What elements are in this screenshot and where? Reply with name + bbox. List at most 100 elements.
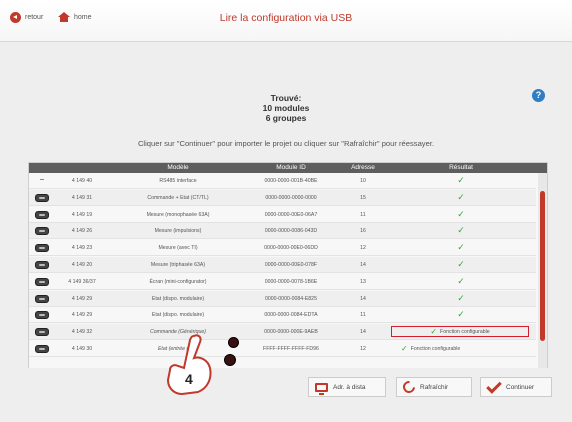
top-bar: retour home Lire la configuration via US… [0, 0, 572, 42]
cell-module-id: 0000-0000-0084-EDTA [264, 312, 318, 319]
cell-module-id: 0000-0000-0086-043D [264, 228, 318, 235]
usb-config-window: retour home Lire la configuration via US… [0, 0, 572, 422]
press-point-marker [224, 354, 236, 366]
cell-address: 13 [360, 278, 366, 285]
configurable-function-result[interactable]: ✓ Fonction configurable [397, 343, 464, 354]
cell-reference: 4 149 29 [71, 312, 93, 319]
cell-model: Etat (dispo. modulaire) [151, 312, 205, 319]
cell-module-id: 0000-0000-000E-9AEB [264, 329, 318, 336]
module-icon [35, 193, 49, 202]
cell-reference: 4 149 23 [71, 245, 93, 252]
cell-reference: 4 149 19 [71, 211, 93, 218]
cell-module-id: 0000-0000-0078-1B6E [264, 278, 318, 285]
table-row[interactable]: 4 149 23 Mesure (avec TI) 0000-0000-00E0-0… [29, 240, 536, 257]
found-summary: Trouvé: 10 modules 6 groupes [0, 93, 572, 123]
header-module-id: Module ID [276, 164, 306, 171]
module-icon [35, 210, 49, 219]
cell-address: 14 [360, 262, 366, 268]
check-icon: ✓ [430, 327, 438, 337]
step-callout-hand-icon: 4 [166, 334, 212, 396]
result-check-icon: ✓ [457, 225, 465, 236]
press-point-marker [228, 337, 239, 348]
check-icon: ✓ [401, 344, 408, 353]
result-check-icon: ✓ [457, 259, 465, 269]
cell-module-id: 0000-0000-00E0-06A7 [264, 211, 318, 218]
cell-model: Mesure (impulsions) [154, 228, 202, 235]
cell-module-id: 0000-0000-001B-40BE [264, 178, 318, 184]
refresh-label: Rafraîchir [420, 383, 449, 391]
table-header: Modèle Module ID Adresse Résultat [29, 163, 547, 173]
table-row[interactable]: 4 149 36/37 Écran (mini-configurator) 0000… [29, 274, 536, 290]
cell-module-id: 0000-0000-00E0-06DD [264, 245, 318, 252]
table-row[interactable]: 4 149 19 Mesure (monophasée 63A) 0000-0000… [29, 207, 536, 223]
table-row[interactable]: 4 149 29 Etat (dispo. modulaire) 0000-0000… [29, 290, 536, 307]
remote-address-label: Adr. à dista [333, 383, 366, 391]
result-label: Fonction configurable [410, 345, 461, 352]
checkmark-icon [486, 377, 502, 394]
cell-reference: 4 149 40 [71, 178, 93, 184]
monitor-icon [315, 382, 328, 395]
cell-model: Commande + Etat (CT/TL) [147, 194, 209, 201]
instruction-text: Cliquer sur "Continuer" pour importer le… [137, 139, 435, 148]
table-row[interactable]: 4 149 26 Mesure (impulsions) 0000-0000-008… [29, 223, 536, 240]
result-check-icon: ✓ [457, 191, 465, 202]
cell-address: 12 [360, 245, 366, 252]
refresh-button[interactable]: Rafraîchir [396, 377, 472, 397]
result-check-icon: ✓ [457, 208, 465, 219]
remote-address-button[interactable]: Adr. à dista [308, 377, 386, 397]
header-result: Résultat [449, 164, 473, 171]
table-row[interactable]: 4 149 30 Etat (entrée géné FFFF-FFFF-FFFF-… [29, 341, 536, 357]
cell-model: Etat (dispo. modulaire) [151, 295, 205, 302]
configurable-function-highlight[interactable]: ✓ Fonction configurable [391, 326, 529, 338]
scrollbar-thumb[interactable] [540, 191, 545, 341]
table-row[interactable]: 4 149 31 Commande + Etat (CT/TL) 0000-0000… [29, 189, 536, 206]
cell-reference: 4 149 29 [71, 295, 93, 302]
cell-module-id: 0000-0000-0000-0000 [265, 194, 317, 201]
cell-model: RS485 interface [159, 178, 197, 184]
cell-address: 14 [360, 329, 366, 336]
module-icon [35, 345, 49, 353]
module-icon [35, 261, 49, 269]
table-row[interactable]: 4 149 32 Commande (Générique) 0000-0000-00… [29, 324, 536, 341]
cell-module-id: FFFF-FFFF-FFFF-FD96 [263, 346, 319, 352]
table-row[interactable]: 4 149 29 Etat (dispo. modulaire) 0000-0000… [29, 307, 536, 324]
result-check-icon: ✓ [457, 242, 465, 253]
table-scrollbar[interactable] [538, 173, 547, 371]
table-row[interactable]: 4 149 40 RS485 interface 0000-0000-001B-40… [29, 173, 536, 189]
cell-module-id: 0000-0000-00E0-078F [264, 262, 318, 268]
module-icon [35, 277, 49, 286]
page-title: Lire la configuration via USB [219, 12, 353, 24]
table-row[interactable]: 4 149 20 Mesure (triphasée 63A) 0000-0000-… [29, 257, 536, 273]
cell-model: Mesure (monophasée 63A) [146, 211, 210, 218]
continue-button[interactable]: Continuer [480, 377, 552, 397]
cell-reference: 4 149 32 [71, 329, 93, 336]
cell-model: Mesure (triphasée 63A) [150, 262, 206, 268]
module-icon [35, 311, 49, 320]
result-check-icon: ✓ [457, 292, 465, 303]
cell-address: 16 [360, 228, 366, 235]
cell-address: 12 [360, 346, 366, 352]
cell-address: 15 [360, 194, 366, 201]
found-modules: 10 modules [262, 103, 310, 113]
refresh-icon [400, 378, 418, 396]
cell-reference: 4 149 20 [71, 262, 93, 268]
cell-address: 11 [360, 312, 366, 319]
module-icon [35, 227, 49, 236]
cell-module-id: 0000-0000-0084-E825 [265, 295, 317, 302]
found-groups: 6 groupes [265, 113, 307, 123]
modules-table: Modèle Module ID Adresse Résultat 4 149 … [28, 162, 548, 372]
cell-reference: 4 149 31 [71, 194, 93, 201]
cell-reference: 4 149 30 [71, 346, 93, 352]
cell-model: Mesure (avec TI) [158, 245, 198, 252]
module-icon [35, 244, 49, 253]
module-icon [35, 328, 49, 337]
result-check-icon: ✓ [457, 275, 465, 286]
dash-icon [40, 179, 44, 180]
result-check-icon: ✓ [457, 175, 465, 185]
help-icon[interactable]: ? [532, 89, 545, 102]
result-label: Fonction configurable [440, 328, 490, 335]
module-icon [35, 294, 49, 303]
cell-model: Écran (mini-configurator) [149, 278, 207, 285]
cell-address: 14 [360, 295, 366, 302]
cell-address: 10 [360, 178, 366, 184]
